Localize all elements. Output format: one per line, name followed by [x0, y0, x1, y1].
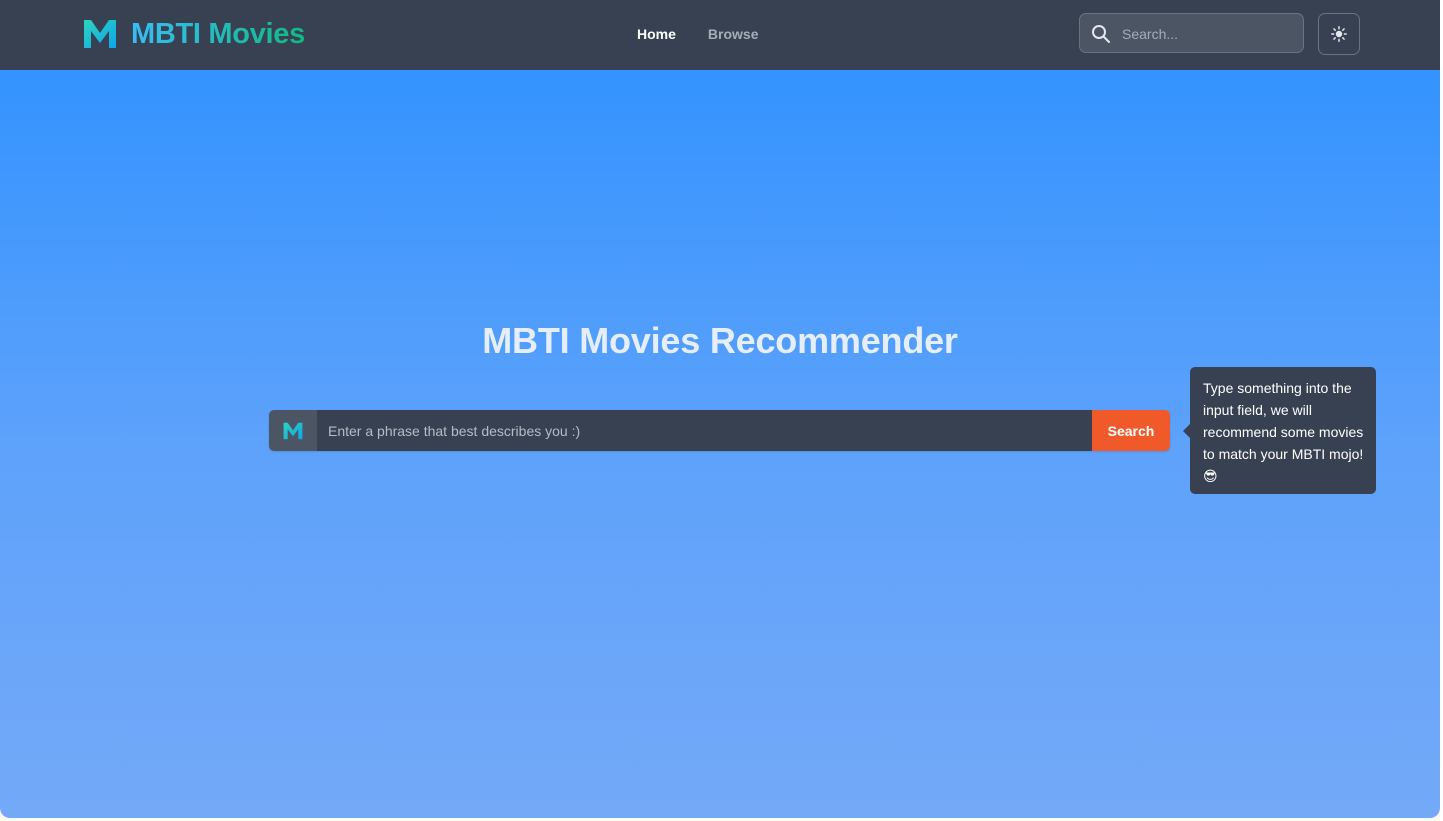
app-frame: MBTI Movies Home Browse Search... MBTI M… [0, 0, 1440, 818]
navbar: MBTI Movies Home Browse [0, 0, 1440, 70]
sun-icon [1331, 26, 1347, 42]
tooltip-arrow [1183, 424, 1190, 438]
brand-logo-icon [84, 20, 116, 48]
search-addon [269, 410, 317, 451]
brand-logo-icon [283, 422, 303, 439]
top-search-input[interactable] [1120, 14, 1299, 54]
phrase-input[interactable] [317, 410, 1092, 451]
nav-item-home[interactable]: Home [637, 25, 676, 43]
search-button[interactable]: Search [1092, 410, 1170, 451]
nav-links: Home Browse [637, 25, 758, 43]
brand-link[interactable]: MBTI Movies [83, 18, 305, 50]
tooltip-text: Type something into the input field, we … [1203, 380, 1364, 484]
theme-toggle-button[interactable] [1318, 13, 1360, 55]
phrase-search-group: Search [269, 410, 1170, 451]
brand-name: MBTI Movies [131, 18, 305, 50]
top-search-box [1079, 13, 1304, 54]
search-icon [1092, 25, 1110, 43]
help-tooltip: Type something into the input field, we … [1183, 367, 1376, 494]
hero-title: MBTI Movies Recommender [482, 320, 958, 361]
nav-item-browse[interactable]: Browse [708, 25, 759, 43]
